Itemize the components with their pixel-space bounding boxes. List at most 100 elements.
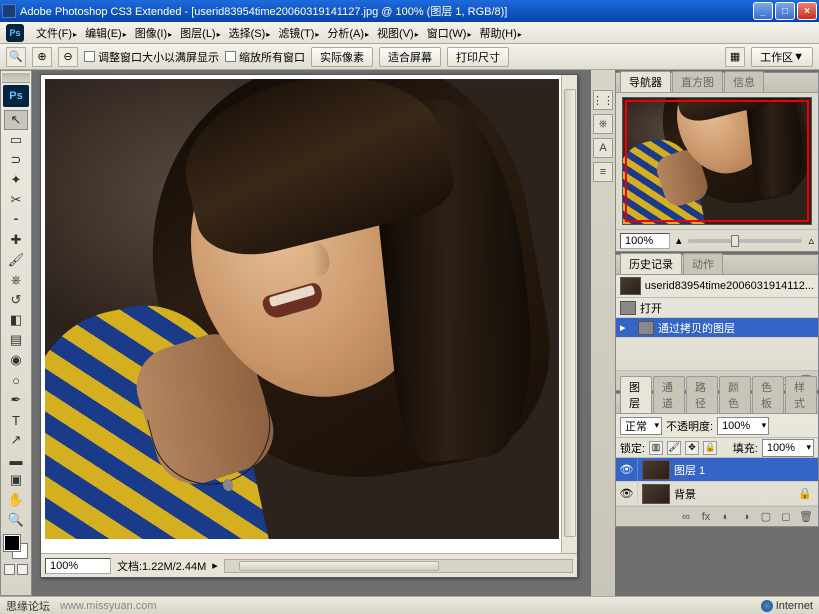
layer-row[interactable]: 👁 背景 🔒: [616, 482, 818, 506]
new-group-icon[interactable]: ▢: [758, 510, 774, 524]
dock-brushes-icon[interactable]: ⋮⋮: [593, 90, 613, 110]
path-tool[interactable]: ↗: [4, 430, 28, 450]
lasso-tool[interactable]: ⊃: [4, 150, 28, 170]
workspace-button[interactable]: 工作区 ▼: [751, 47, 813, 67]
menu-分析[interactable]: 分析(A)▸: [323, 23, 373, 43]
marquee-tool[interactable]: ▭: [4, 130, 28, 150]
dodge-tool[interactable]: ○: [4, 370, 28, 390]
canvas[interactable]: [45, 79, 559, 539]
healing-tool[interactable]: ✚: [4, 230, 28, 250]
layer-mask-icon[interactable]: ◐: [718, 510, 734, 524]
lock-position-icon[interactable]: ✥: [685, 441, 699, 455]
fit-screen-button[interactable]: 适合屏幕: [379, 47, 441, 67]
crop-tool[interactable]: ✂: [4, 190, 28, 210]
go-bridge-icon[interactable]: ▦: [725, 47, 745, 67]
adjustment-layer-icon[interactable]: ◑: [738, 510, 754, 524]
menu-文件[interactable]: 文件(F)▸: [32, 23, 81, 43]
layer-thumbnail[interactable]: [642, 484, 670, 504]
tab-navigator[interactable]: 导航器: [620, 71, 671, 92]
tab-histogram[interactable]: 直方图: [672, 71, 723, 92]
hand-tool[interactable]: ✋: [4, 490, 28, 510]
zoom-all-checkbox[interactable]: 缩放所有窗口: [225, 49, 305, 65]
color-swatch[interactable]: [3, 534, 29, 560]
new-layer-icon[interactable]: ◻: [778, 510, 794, 524]
info-arrow-icon[interactable]: ▸: [212, 559, 218, 572]
zoom-tool-icon[interactable]: 🔍: [6, 47, 26, 67]
notes-tool[interactable]: ▣: [4, 470, 28, 490]
history-snapshot[interactable]: userid83954time2006031914112...: [616, 275, 818, 298]
dock-clone-icon[interactable]: ⎈: [593, 114, 613, 134]
stamp-tool[interactable]: ⎈: [4, 270, 28, 290]
fill-input[interactable]: 100%: [762, 439, 814, 457]
lock-pixels-icon[interactable]: 🖌: [667, 441, 681, 455]
print-size-button[interactable]: 打印尺寸: [447, 47, 509, 67]
opacity-input[interactable]: 100%: [717, 417, 769, 435]
layer-thumbnail[interactable]: [642, 460, 670, 480]
type-tool[interactable]: T: [4, 410, 28, 430]
layer-name[interactable]: 图层 1: [674, 462, 705, 478]
visibility-toggle[interactable]: 👁: [616, 458, 638, 481]
quickmask-toggle[interactable]: [3, 564, 29, 578]
tab-色板[interactable]: 色板: [752, 376, 784, 413]
zoom-in-icon[interactable]: ⊕: [32, 47, 52, 67]
zoom-tool[interactable]: 🔍: [4, 510, 28, 530]
navigator-thumbnail[interactable]: [622, 97, 812, 225]
tab-颜色[interactable]: 颜色: [719, 376, 751, 413]
tab-actions[interactable]: 动作: [683, 253, 723, 274]
blur-tool[interactable]: ◉: [4, 350, 28, 370]
dock-layercmp-icon[interactable]: ≡: [593, 162, 613, 182]
history-brush-tool[interactable]: ↺: [4, 290, 28, 310]
nav-zoom-input[interactable]: [620, 233, 670, 249]
history-item[interactable]: ▸ 通过拷贝的图层: [616, 318, 818, 338]
menu-编辑[interactable]: 编辑(E)▸: [81, 23, 131, 43]
close-button[interactable]: ×: [797, 2, 817, 20]
zoom-out-icon[interactable]: ⊖: [58, 47, 78, 67]
layer-row[interactable]: 👁 图层 1: [616, 458, 818, 482]
tab-history[interactable]: 历史记录: [620, 253, 682, 274]
pen-tool[interactable]: ✒: [4, 390, 28, 410]
zoom-in-small-icon[interactable]: ▵: [808, 234, 814, 247]
actual-pixels-button[interactable]: 实际像素: [311, 47, 373, 67]
layer-name[interactable]: 背景: [674, 486, 696, 502]
menu-图层[interactable]: 图层(L)▸: [176, 23, 224, 43]
blend-mode-select[interactable]: 正常: [620, 417, 662, 435]
delete-layer-icon[interactable]: 🗑: [798, 510, 814, 524]
history-item[interactable]: 打开: [616, 298, 818, 318]
zoom-slider[interactable]: [688, 239, 803, 243]
foreground-color[interactable]: [4, 535, 20, 551]
menu-选择[interactable]: 选择(S)▸: [225, 23, 275, 43]
shape-tool[interactable]: ▬: [4, 450, 28, 470]
brush-tool[interactable]: 🖌: [4, 250, 28, 270]
menu-视图[interactable]: 视图(V)▸: [373, 23, 423, 43]
layer-style-icon[interactable]: fx: [698, 510, 714, 524]
wand-tool[interactable]: ✦: [4, 170, 28, 190]
minimize-button[interactable]: _: [753, 2, 773, 20]
move-tool[interactable]: ↖: [4, 110, 28, 130]
zoom-out-small-icon[interactable]: ▴: [676, 234, 682, 247]
navigator-view-box[interactable]: [625, 100, 809, 222]
menu-图像[interactable]: 图像(I)▸: [131, 23, 176, 43]
visibility-toggle[interactable]: 👁: [616, 482, 638, 505]
link-layers-icon[interactable]: ∞: [678, 510, 694, 524]
resize-window-checkbox[interactable]: 调整窗口大小以满屏显示: [84, 49, 219, 65]
history-brush-target-icon[interactable]: ▸: [620, 321, 634, 334]
toolbox-grip[interactable]: [2, 73, 30, 83]
menu-帮助[interactable]: 帮助(H)▸: [475, 23, 525, 43]
menu-窗口[interactable]: 窗口(W)▸: [423, 23, 476, 43]
horizontal-scrollbar[interactable]: [224, 559, 573, 573]
tab-样式[interactable]: 样式: [785, 376, 817, 413]
tab-通道[interactable]: 通道: [653, 376, 685, 413]
eraser-tool[interactable]: ◧: [4, 310, 28, 330]
dock-character-icon[interactable]: A: [593, 138, 613, 158]
tab-info[interactable]: 信息: [724, 71, 764, 92]
eyedropper-tool[interactable]: ⁃: [4, 210, 28, 230]
vertical-scrollbar[interactable]: [561, 75, 577, 553]
zoom-input[interactable]: [45, 558, 111, 574]
menu-滤镜[interactable]: 滤镜(T)▸: [274, 23, 323, 43]
maximize-button[interactable]: □: [775, 2, 795, 20]
lock-all-icon[interactable]: 🔒: [703, 441, 717, 455]
tab-路径[interactable]: 路径: [686, 376, 718, 413]
tab-图层[interactable]: 图层: [620, 376, 652, 413]
gradient-tool[interactable]: ▤: [4, 330, 28, 350]
lock-transparent-icon[interactable]: ▥: [649, 441, 663, 455]
